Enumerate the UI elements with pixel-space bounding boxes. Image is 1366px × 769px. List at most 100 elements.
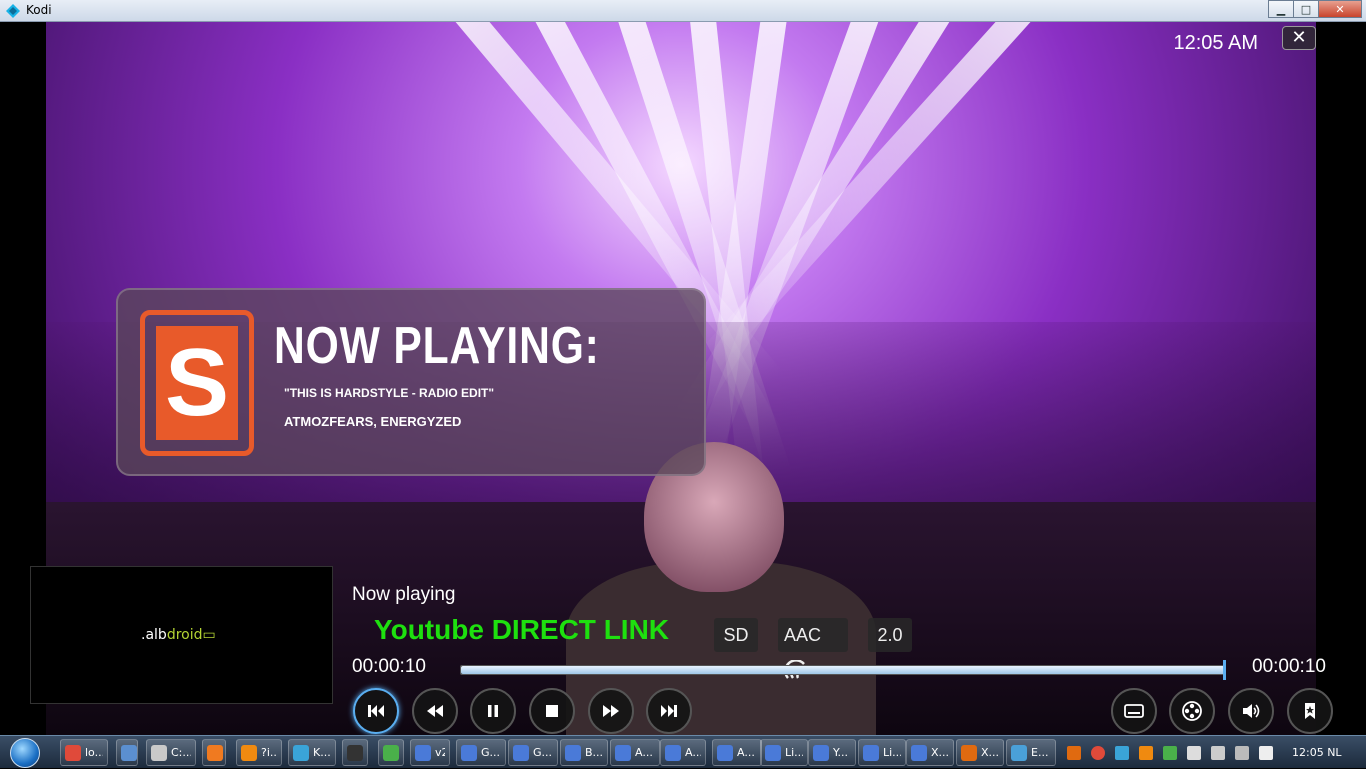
taskbar-item[interactable]: ?i...	[236, 739, 282, 766]
taskbar-item[interactable]: A...	[610, 739, 660, 766]
taskbar-item-label: Y...	[833, 746, 848, 759]
taskbar-clock[interactable]: 12:05 NL	[1292, 746, 1342, 759]
osd-clock: 12:05 AM	[1173, 32, 1258, 54]
bookmark-button[interactable]	[1287, 688, 1333, 734]
security-tray-icon[interactable]	[1163, 745, 1177, 760]
app-icon	[207, 744, 223, 761]
taskbar-item-label: A...	[685, 746, 701, 759]
video-player[interactable]: S NOW PLAYING: "THIS IS HARDSTYLE - RADI…	[0, 22, 1366, 735]
taskbar-item[interactable]: B...	[560, 739, 608, 766]
taskbar-item[interactable]: A...	[660, 739, 706, 766]
taskbar-item[interactable]	[342, 739, 368, 766]
thumbnail-brand: .albdroid▭	[141, 627, 216, 643]
time-elapsed: 00:00:10	[352, 656, 426, 677]
taskbar-item[interactable]: Y...	[808, 739, 856, 766]
app-icon	[813, 744, 829, 761]
window-controls: ▁ □ ✕	[1268, 0, 1362, 18]
close-icon: ✕	[1335, 2, 1345, 16]
station-logo: S	[140, 310, 254, 456]
rewind-button[interactable]	[412, 688, 458, 734]
power-tray-icon[interactable]	[1211, 745, 1225, 760]
media-thumbnail: .albdroid▭	[30, 566, 333, 704]
kodi-logo-icon	[6, 4, 20, 18]
taskbar-item[interactable]: G...	[508, 739, 558, 766]
app-icon	[415, 744, 431, 761]
taskbar-item[interactable]: C:...	[146, 739, 196, 766]
pause-button[interactable]	[470, 688, 516, 734]
banner-artist: ATMOZFEARS, ENERGYZED	[284, 414, 462, 429]
seek-bar[interactable]	[460, 660, 1226, 680]
taskbar-item[interactable]	[378, 739, 404, 766]
subtitles-button[interactable]	[1111, 688, 1157, 734]
app-icon	[151, 744, 167, 761]
close-icon: ✕	[1291, 27, 1307, 48]
taskbar-item-label: Li...	[785, 746, 803, 759]
taskbar-item[interactable]: E...	[1006, 739, 1056, 766]
subtitles-icon	[1124, 704, 1144, 718]
stop-button[interactable]	[529, 688, 575, 734]
taskbar-item[interactable]: Li...	[858, 739, 906, 766]
banner-heading: NOW PLAYING:	[274, 317, 600, 375]
taskbar-item[interactable]: X...	[956, 739, 1004, 766]
video-settings-button[interactable]	[1169, 688, 1215, 734]
seek-bar-handle[interactable]	[1223, 660, 1226, 680]
window-title: Kodi	[26, 3, 52, 17]
window-titlebar[interactable]: Kodi ▁ □ ✕	[0, 0, 1366, 22]
speaker-icon	[1243, 704, 1260, 718]
app-icon	[717, 744, 733, 761]
minimize-button[interactable]: ▁	[1268, 0, 1294, 18]
banner-track: "THIS IS HARDSTYLE - RADIO EDIT"	[284, 386, 495, 400]
app-icon	[293, 744, 309, 761]
fast-forward-button[interactable]	[588, 688, 634, 734]
volume-tray-icon[interactable]	[1259, 745, 1273, 760]
stop-icon	[546, 705, 558, 717]
taskbar-item-label: X...	[931, 746, 949, 759]
taskbar-item[interactable]: lo...	[60, 739, 108, 766]
taskbar-item[interactable]: X...	[906, 739, 954, 766]
taskbar-item-label: Li...	[883, 746, 901, 759]
network-app-tray-icon[interactable]	[1115, 745, 1129, 760]
app-icon	[65, 744, 81, 761]
taskbar-item[interactable]	[202, 739, 226, 766]
taskbar-item[interactable]: A...	[712, 739, 762, 766]
skip-back-icon	[368, 705, 384, 717]
windows-logo-icon	[10, 737, 40, 768]
xampp-tray-icon[interactable]	[1067, 745, 1081, 760]
vlc-tray-icon[interactable]	[1139, 745, 1153, 760]
taskbar-item[interactable]: G...	[456, 739, 506, 766]
close-osd-button[interactable]: ✕	[1282, 26, 1316, 50]
app-icon	[1011, 744, 1027, 761]
minimize-icon: ▁	[1276, 2, 1286, 16]
previous-button[interactable]	[353, 688, 399, 734]
taskbar-item-label: E...	[1031, 746, 1049, 759]
app-icon	[765, 744, 781, 761]
maximize-icon: □	[1300, 2, 1312, 16]
app-icon	[461, 744, 477, 761]
app-icon	[615, 744, 631, 761]
app-icon	[911, 744, 927, 761]
taskbar-item-label: A...	[635, 746, 653, 759]
rewind-icon	[427, 705, 443, 717]
app-icon	[961, 744, 977, 761]
pause-icon	[488, 705, 498, 717]
flag-tray-icon[interactable]	[1187, 745, 1201, 760]
next-button[interactable]	[646, 688, 692, 734]
skip-forward-icon	[661, 705, 677, 717]
taskbar-item[interactable]: K...	[288, 739, 336, 766]
now-playing-label: Now playing	[352, 584, 456, 605]
start-button[interactable]	[4, 736, 46, 769]
taskbar-item[interactable]: v2	[410, 739, 450, 766]
film-reel-icon	[1182, 701, 1202, 721]
fast-forward-icon	[603, 705, 619, 717]
taskbar-item-label: v2	[435, 746, 445, 759]
station-logo-letter: S	[156, 326, 238, 440]
close-window-button[interactable]: ✕	[1318, 0, 1362, 18]
audio-settings-button[interactable]	[1228, 688, 1274, 734]
signal-tray-icon[interactable]	[1235, 745, 1249, 760]
maximize-button[interactable]: □	[1293, 0, 1319, 18]
taskbar-item[interactable]: Li...	[760, 739, 808, 766]
taskbar-item-label: lo...	[85, 746, 103, 759]
chrome-tray-icon[interactable]	[1091, 745, 1105, 760]
app-icon	[665, 744, 681, 761]
taskbar-item[interactable]	[116, 739, 138, 766]
